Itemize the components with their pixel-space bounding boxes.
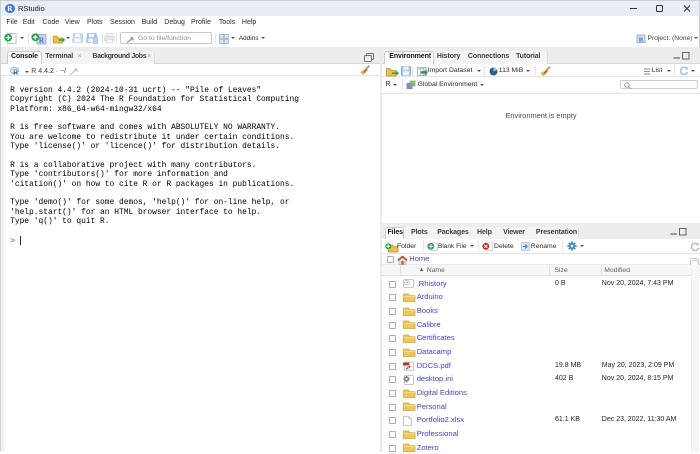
svg-text:R: R [39, 35, 45, 44]
svg-text:R: R [13, 67, 19, 76]
svg-text:R: R [639, 37, 644, 44]
